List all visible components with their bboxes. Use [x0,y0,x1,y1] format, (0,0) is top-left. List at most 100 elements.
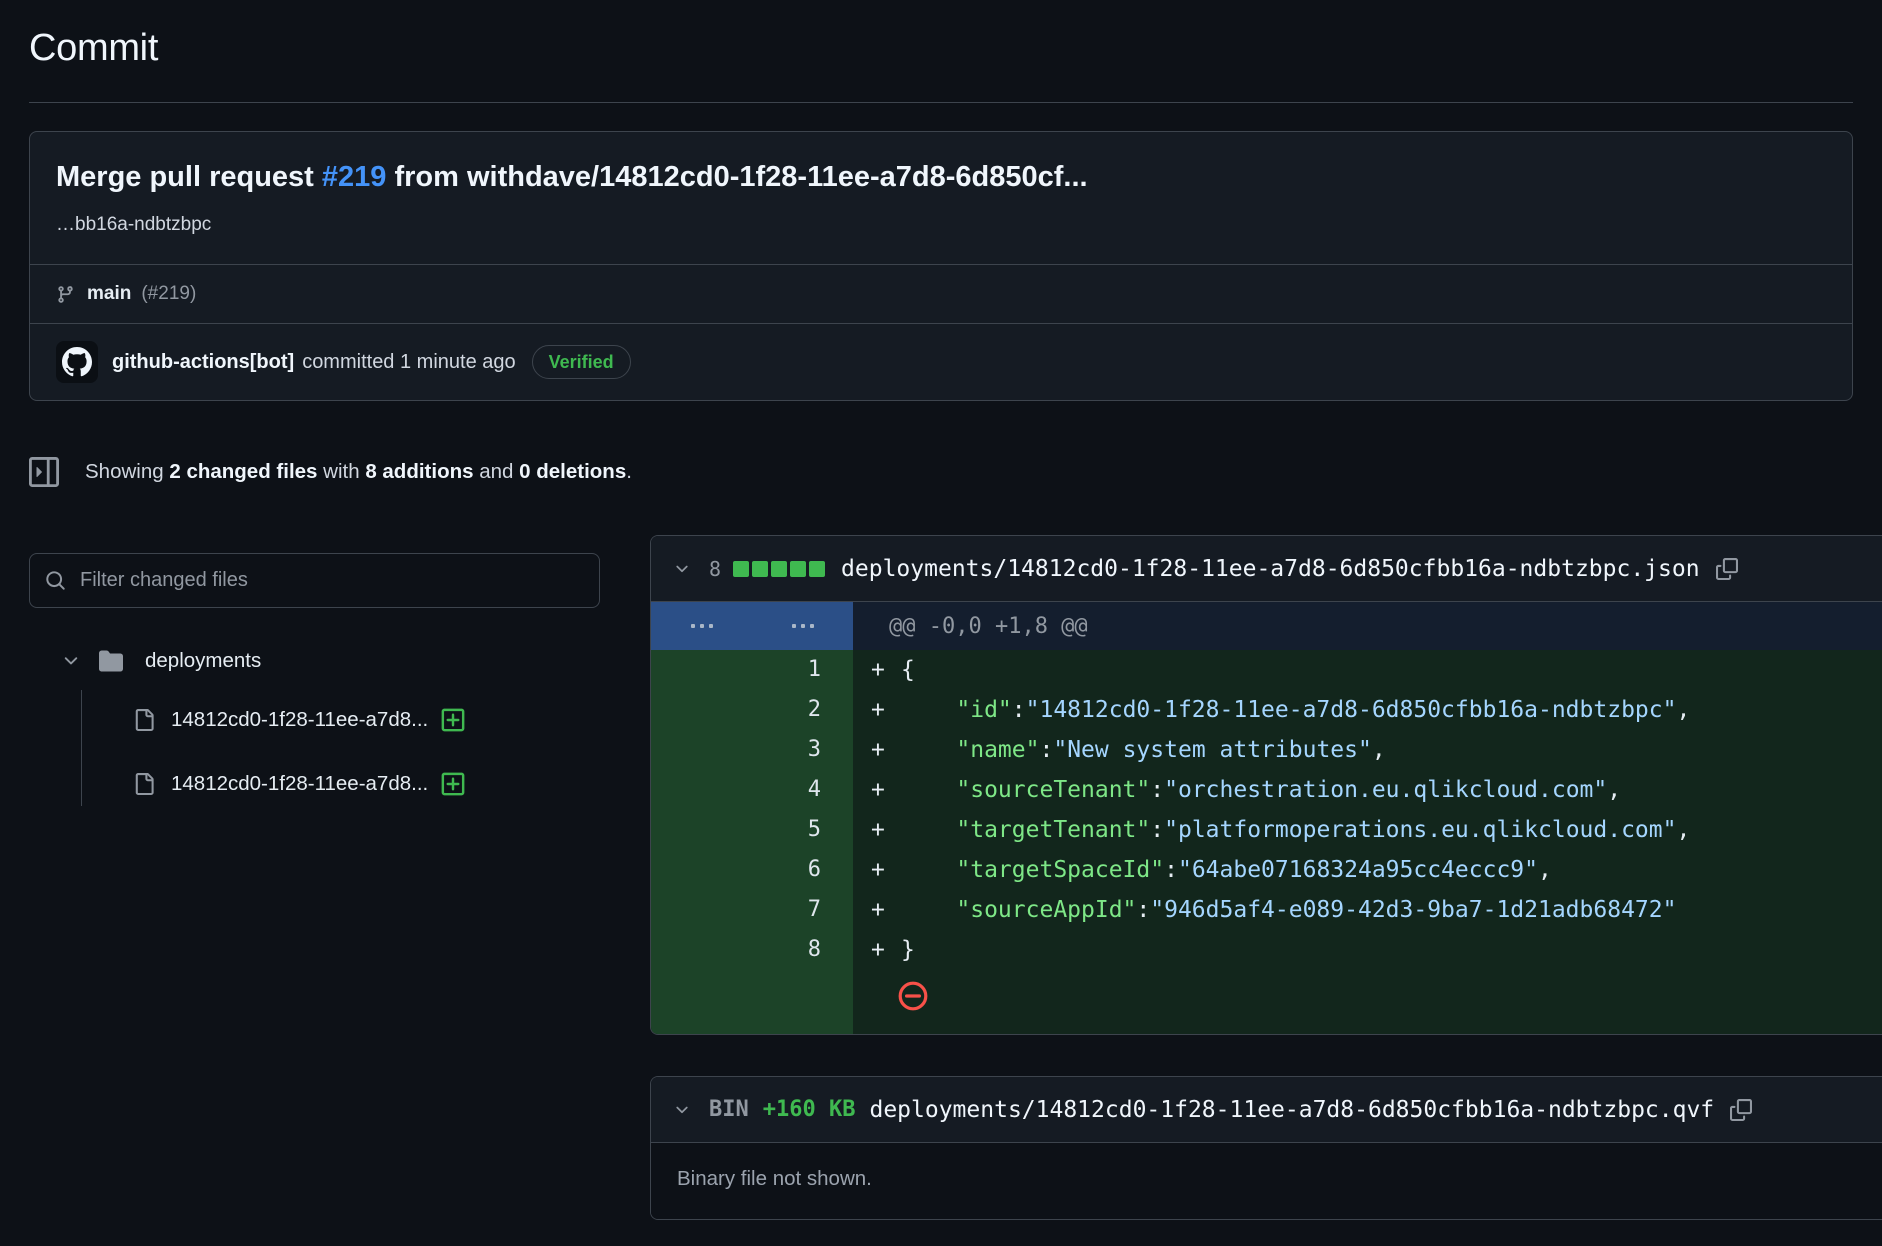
line-number[interactable]: 6 [651,850,853,890]
commit-description: …bb16a-ndbtzbpc [56,212,1826,238]
changed-files-summary: Showing 2 changed files with 8 additions… [29,457,1853,487]
line-number[interactable]: 2 [651,690,853,730]
file-tree-sidebar: deployments 14812cd0-1f28-11ee-a7d8...14… [29,535,600,816]
hunk-header-row: @@ -0,0 +1,8 @@ [651,602,1882,650]
diff-line-added: 7+ "sourceAppId":"946d5af4-e089-42d3-9ba… [651,890,1882,930]
committer-row: github-actions[bot] committed 1 minute a… [30,323,1852,400]
eof-gutter [651,970,853,1034]
hunk-header-text: @@ -0,0 +1,8 @@ [853,602,1882,650]
addition-marker: + [871,810,901,850]
code-token: "targetSpaceId" [956,857,1164,883]
addition-marker: + [871,690,901,730]
code-token: "name" [956,737,1039,763]
text-segment: 0 deletions [519,460,626,483]
commit-message: Merge pull request #219 from withdave/14… [30,132,1852,264]
code-token: : [1150,777,1164,803]
code-token: : [1164,857,1178,883]
code-token: : [1136,897,1150,923]
file-tree: deployments 14812cd0-1f28-11ee-a7d8...14… [29,634,600,816]
filter-field [29,553,600,608]
code-token [901,737,956,763]
title-divider [29,102,1853,103]
tree-file-item[interactable]: 14812cd0-1f28-11ee-a7d8... [29,688,600,752]
diffstat-block-green [733,561,749,577]
line-content: + "sourceAppId":"946d5af4-e089-42d3-9ba7… [853,890,1882,930]
commit-action-text: committed 1 minute ago [302,351,515,374]
chevron-down-icon [61,651,81,671]
diff-panel-json: 8 deployments/14812cd0-1f28-11ee-a7d8-6d… [650,535,1882,1035]
branch-link[interactable]: main [87,283,131,305]
diff-line-added: 5+ "targetTenant":"platformoperations.eu… [651,810,1882,850]
text-segment: Merge pull request [56,161,322,193]
end-of-file-row [651,970,1882,1034]
diff-line-added: 6+ "targetSpaceId":"64abe07168324a95cc4e… [651,850,1882,890]
tree-folder-deployments[interactable]: deployments [29,634,600,688]
eof-content [853,970,1882,1034]
diffstat-block-green [809,561,825,577]
commit-card: Merge pull request #219 from withdave/14… [29,131,1853,401]
text-segment: from withdave/14812cd0-1f28-11ee-a7d8-6d… [386,161,1087,193]
diff-header-binary: BIN +160 KB deployments/14812cd0-1f28-11… [651,1077,1882,1143]
tree-file-list: 14812cd0-1f28-11ee-a7d8... 14812cd0-1f28-… [29,688,600,816]
code-token: , [1676,817,1690,843]
line-number[interactable]: 4 [651,770,853,810]
summary-text: Showing 2 changed files with 8 additions… [85,460,632,484]
line-content: + "name":"New system attributes", [853,730,1882,770]
diff-filename-link[interactable]: deployments/14812cd0-1f28-11ee-a7d8-6d85… [841,556,1700,582]
file-icon [133,709,155,731]
copy-path-icon[interactable] [1716,558,1738,580]
author-link[interactable]: github-actions[bot] [112,351,294,374]
diff-filename-link[interactable]: deployments/14812cd0-1f28-11ee-a7d8-6d85… [869,1097,1714,1123]
code-token: "orchestration.eu.qlikcloud.com" [1164,777,1607,803]
folder-icon [99,649,123,673]
binary-size-change: +160 KB [763,1097,856,1122]
line-content: + "id":"14812cd0-1f28-11ee-a7d8-6d850cfb… [853,690,1882,730]
code-token: "New system attributes" [1053,737,1372,763]
tree-file-item[interactable]: 14812cd0-1f28-11ee-a7d8... [29,752,600,816]
expand-hunk-gutter[interactable] [651,602,853,650]
code-token: : [1150,817,1164,843]
diffstat-block-green [790,561,806,577]
collapse-sidebar-icon[interactable] [29,457,59,487]
copy-path-icon[interactable] [1730,1099,1752,1121]
text-segment: with [317,460,365,483]
page-title: Commit [29,24,1853,72]
code-token: "946d5af4-e089-42d3-9ba7-1d21adb68472" [1150,897,1676,923]
file-name: 14812cd0-1f28-11ee-a7d8... [171,708,428,732]
avatar[interactable] [56,341,98,383]
diff-line-added: 3+ "name":"New system attributes", [651,730,1882,770]
text-segment: 2 changed files [169,460,317,483]
branch-row: main (#219) [30,264,1852,323]
diff-code-lines: 1+{2+ "id":"14812cd0-1f28-11ee-a7d8-6d85… [651,650,1882,970]
line-content: +{ [853,650,1882,690]
file-name: 14812cd0-1f28-11ee-a7d8... [171,772,428,796]
code-token [901,777,956,803]
binary-file-notice: Binary file not shown. [651,1143,1882,1219]
content-columns: deployments 14812cd0-1f28-11ee-a7d8...14… [29,535,1882,1220]
diff-panels: 8 deployments/14812cd0-1f28-11ee-a7d8-6d… [650,535,1882,1220]
binary-label: BIN [709,1097,749,1122]
line-number[interactable]: 8 [651,930,853,970]
no-newline-icon [897,980,929,1012]
verified-badge[interactable]: Verified [532,345,631,379]
pr-number-link[interactable]: #219 [322,161,387,193]
chevron-down-icon[interactable] [673,1101,691,1119]
line-number[interactable]: 5 [651,810,853,850]
git-branch-icon [56,285,75,304]
diff-line-added: 8+} [651,930,1882,970]
line-number[interactable]: 3 [651,730,853,770]
diffstat-blocks [733,561,825,577]
chevron-down-icon[interactable] [673,560,691,578]
diffstat-block-green [771,561,787,577]
code-token: "64abe07168324a95cc4eccc9" [1178,857,1538,883]
diff-panel-binary: BIN +160 KB deployments/14812cd0-1f28-11… [650,1076,1882,1220]
filter-changed-files-input[interactable] [29,553,600,608]
diff-line-added: 2+ "id":"14812cd0-1f28-11ee-a7d8-6d850cf… [651,690,1882,730]
line-number[interactable]: 1 [651,650,853,690]
code-token [901,897,956,923]
code-token: , [1538,857,1552,883]
code-token: "targetTenant" [956,817,1150,843]
line-content: +} [853,930,1882,970]
code-token: "sourceAppId" [956,897,1136,923]
line-number[interactable]: 7 [651,890,853,930]
